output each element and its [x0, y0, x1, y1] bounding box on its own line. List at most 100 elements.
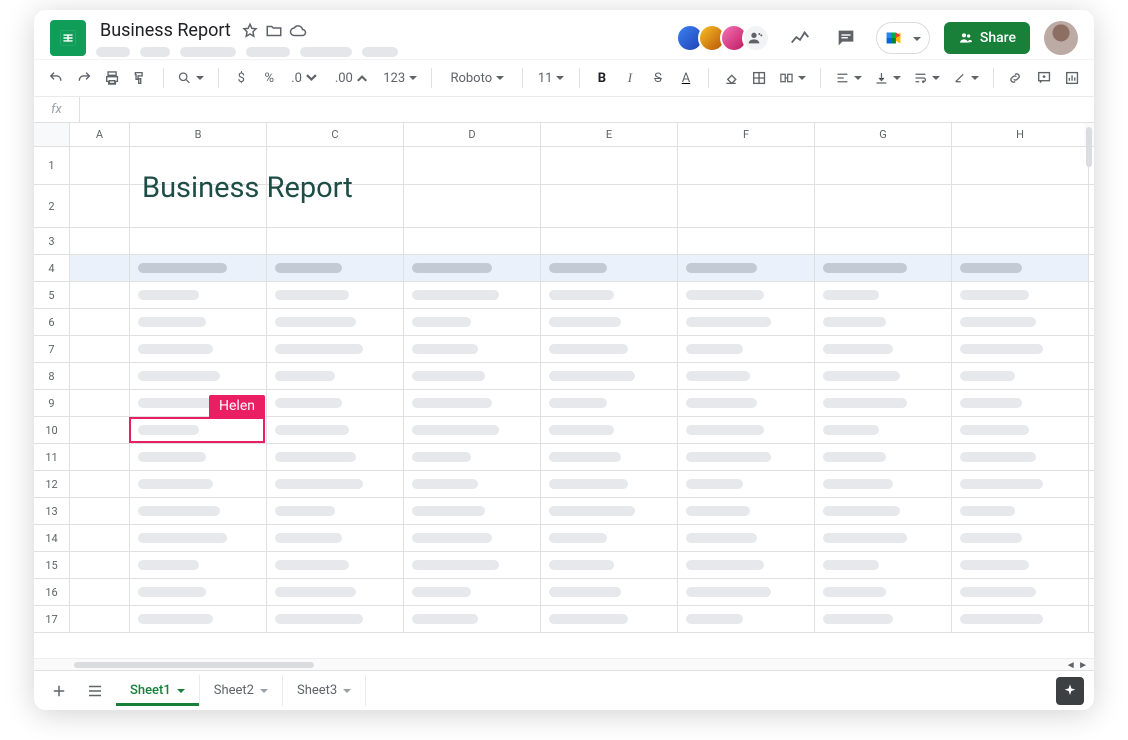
cell[interactable] — [952, 309, 1089, 335]
cell[interactable] — [267, 185, 404, 227]
cell[interactable] — [267, 498, 404, 524]
print-button[interactable] — [100, 64, 124, 92]
font-family-dropdown[interactable]: Roboto — [442, 64, 512, 92]
column-header[interactable]: F — [678, 123, 815, 146]
cell[interactable] — [678, 579, 815, 605]
cell[interactable] — [952, 390, 1089, 416]
cell[interactable] — [678, 552, 815, 578]
horizontal-align-button[interactable] — [831, 64, 866, 92]
cell[interactable] — [952, 147, 1089, 184]
cell[interactable] — [130, 606, 267, 632]
meet-button[interactable] — [876, 22, 930, 54]
row-header[interactable]: 10 — [34, 417, 70, 443]
cell[interactable] — [541, 282, 678, 308]
redo-button[interactable] — [72, 64, 96, 92]
cell[interactable] — [815, 255, 952, 281]
italic-button[interactable]: I — [618, 64, 642, 92]
fill-color-button[interactable] — [719, 64, 743, 92]
bold-button[interactable]: B — [590, 64, 614, 92]
cell[interactable] — [404, 390, 541, 416]
cell[interactable] — [130, 309, 267, 335]
cell[interactable] — [815, 417, 952, 443]
cell[interactable] — [70, 606, 130, 632]
cell[interactable] — [678, 147, 815, 184]
cell[interactable] — [952, 282, 1089, 308]
cell[interactable] — [404, 498, 541, 524]
cell[interactable] — [130, 525, 267, 551]
cell[interactable] — [678, 471, 815, 497]
all-sheets-button[interactable] — [80, 676, 110, 706]
cell[interactable] — [815, 579, 952, 605]
row-header[interactable]: 17 — [34, 606, 70, 632]
version-history-icon[interactable] — [784, 22, 816, 54]
cell[interactable] — [541, 525, 678, 551]
cell[interactable] — [815, 525, 952, 551]
sheet-tab[interactable]: Sheet1 — [116, 675, 200, 706]
row-header[interactable]: 5 — [34, 282, 70, 308]
undo-button[interactable] — [44, 64, 68, 92]
merge-cells-button[interactable] — [775, 64, 810, 92]
column-header[interactable]: A — [70, 123, 130, 146]
cell[interactable] — [404, 185, 541, 227]
cell[interactable] — [130, 255, 267, 281]
cell[interactable] — [130, 444, 267, 470]
cell[interactable] — [541, 498, 678, 524]
cell[interactable] — [70, 390, 130, 416]
collaborator-avatars[interactable] — [676, 24, 770, 52]
cell[interactable] — [267, 309, 404, 335]
cell[interactable] — [404, 579, 541, 605]
cell[interactable] — [130, 390, 267, 416]
font-size-dropdown[interactable]: 11 — [533, 64, 569, 92]
row-header[interactable]: 2 — [34, 185, 70, 227]
cell[interactable] — [404, 336, 541, 362]
cell[interactable] — [952, 525, 1089, 551]
column-header[interactable]: E — [541, 123, 678, 146]
row-header[interactable]: 16 — [34, 579, 70, 605]
row-header[interactable]: 13 — [34, 498, 70, 524]
column-header[interactable]: G — [815, 123, 952, 146]
cell[interactable] — [541, 228, 678, 254]
cell[interactable] — [404, 471, 541, 497]
cell[interactable] — [267, 552, 404, 578]
row-header[interactable]: 3 — [34, 228, 70, 254]
cell[interactable] — [130, 417, 267, 443]
cell[interactable] — [267, 606, 404, 632]
cell[interactable] — [130, 363, 267, 389]
cloud-saved-icon[interactable] — [289, 22, 307, 40]
text-rotation-button[interactable] — [948, 64, 983, 92]
cell[interactable] — [678, 309, 815, 335]
cell[interactable] — [952, 417, 1089, 443]
cell[interactable] — [541, 255, 678, 281]
cell[interactable] — [678, 525, 815, 551]
cell[interactable] — [267, 525, 404, 551]
star-icon[interactable] — [241, 22, 259, 40]
increase-decimal-button[interactable]: .00 — [329, 64, 375, 92]
cell[interactable] — [678, 606, 815, 632]
cell[interactable] — [130, 282, 267, 308]
cell[interactable] — [541, 417, 678, 443]
cell[interactable] — [952, 552, 1089, 578]
cell[interactable] — [70, 336, 130, 362]
cell[interactable] — [952, 228, 1089, 254]
menu-item[interactable] — [300, 47, 352, 57]
column-header[interactable]: H — [952, 123, 1089, 146]
cell[interactable] — [678, 185, 815, 227]
cell[interactable] — [678, 363, 815, 389]
menu-item[interactable] — [180, 47, 236, 57]
row-header[interactable]: 14 — [34, 525, 70, 551]
cell[interactable] — [541, 147, 678, 184]
cell[interactable] — [404, 282, 541, 308]
insert-link-button[interactable] — [1003, 64, 1027, 92]
cell[interactable] — [678, 390, 815, 416]
cell[interactable] — [404, 417, 541, 443]
cell[interactable] — [815, 552, 952, 578]
comments-icon[interactable] — [830, 22, 862, 54]
cell[interactable] — [404, 228, 541, 254]
cell[interactable] — [70, 525, 130, 551]
sheet-tab[interactable]: Sheet2 — [200, 675, 283, 706]
cell[interactable] — [678, 255, 815, 281]
zoom-dropdown[interactable] — [173, 64, 208, 92]
cell[interactable] — [678, 417, 815, 443]
cell[interactable] — [70, 552, 130, 578]
cell[interactable] — [404, 309, 541, 335]
